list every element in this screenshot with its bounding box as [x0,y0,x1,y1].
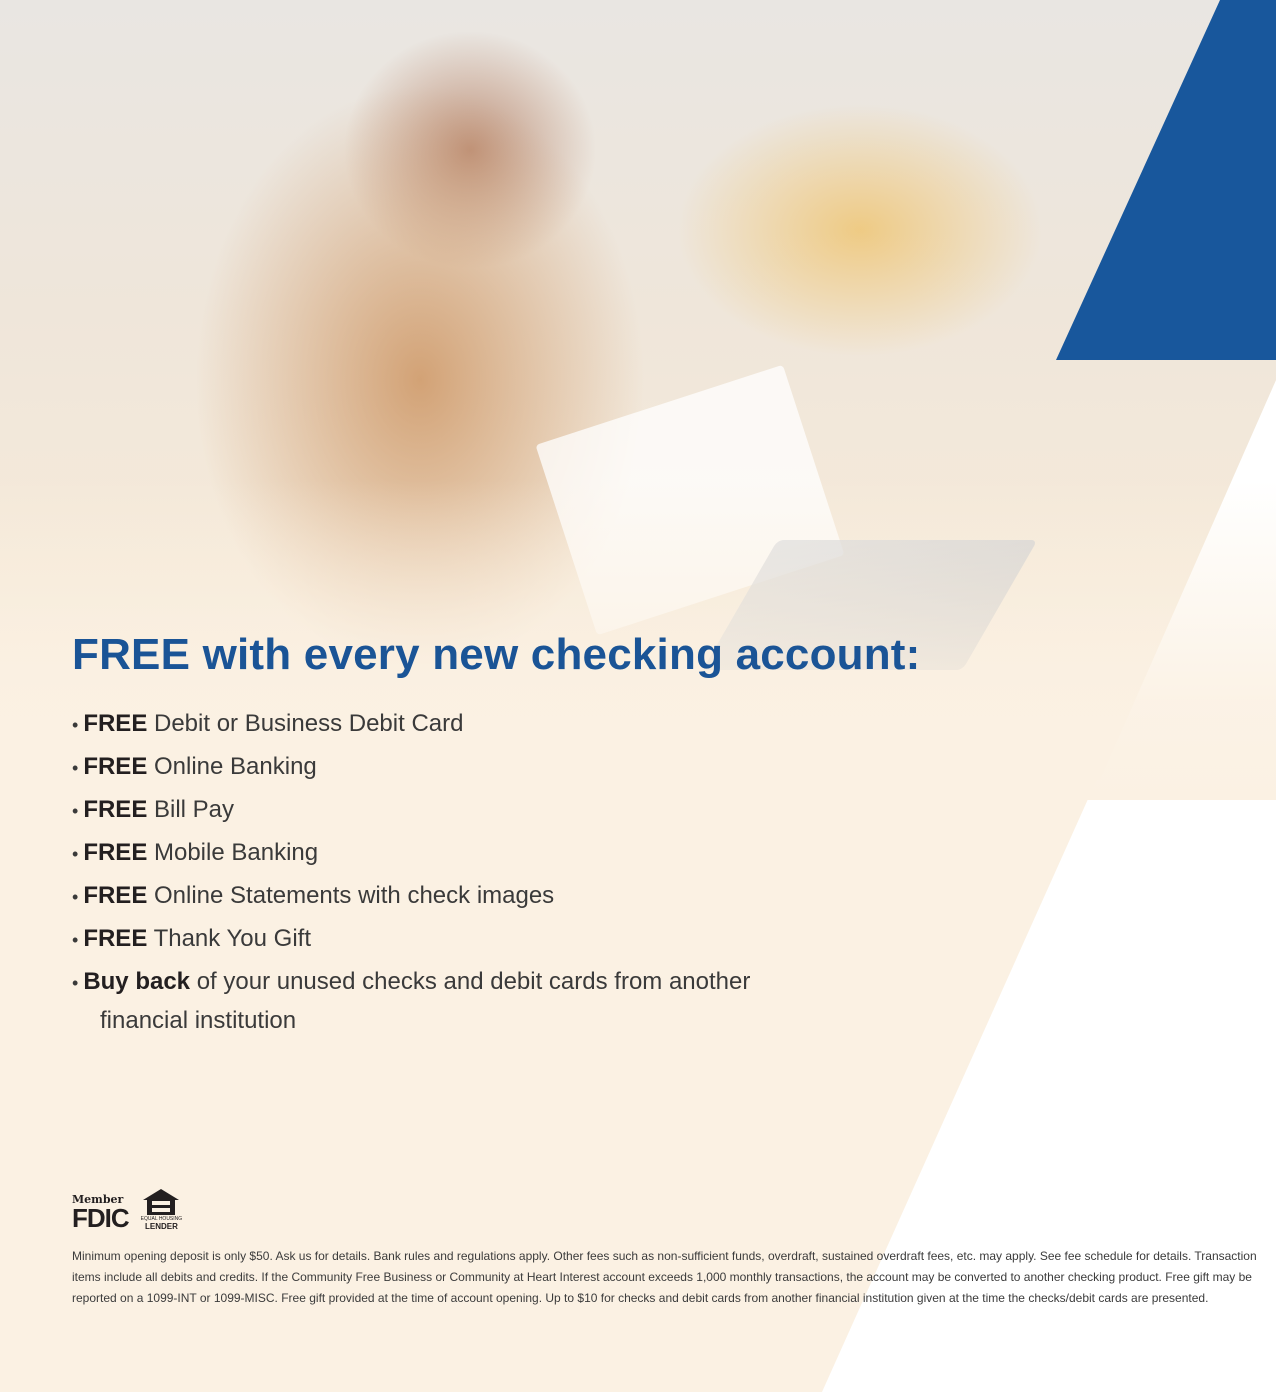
feature-item: FREE Online Statements with check images [72,882,832,911]
equal-housing-lender-logo: EQUAL HOUSING LENDER [141,1188,182,1231]
feature-item: FREE Debit or Business Debit Card [72,710,832,739]
house-icon [143,1189,180,1215]
disclaimer-text: Minimum opening deposit is only $50. Ask… [72,1249,1257,1305]
feature-list: FREE Debit or Business Debit Card FREE O… [72,710,832,1049]
fdic-logo: Member FDIC [72,1193,130,1233]
feature-item: Buy back of your unused checks and debit… [72,968,832,1035]
feature-item: FREE Bill Pay [72,796,832,825]
feature-item: FREE Mobile Banking [72,839,832,868]
headline: FREE with every new checking account: [72,630,921,679]
feature-item: FREE Online Banking [72,753,832,782]
regulatory-logos: Member FDIC EQUAL HOUSING LENDER [72,1185,182,1231]
feature-item: FREE Thank You Gift [72,925,832,954]
